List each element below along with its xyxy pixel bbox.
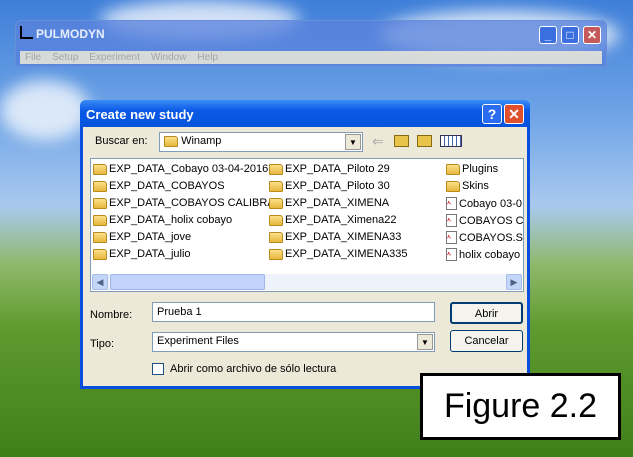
file-icon: ኣ [446, 214, 457, 227]
list-item[interactable]: EXP_DATA_Piloto 30 [269, 180, 390, 192]
look-in-value: Winamp [181, 135, 222, 147]
folder-icon [269, 231, 283, 243]
minimize-button[interactable]: _ [539, 26, 557, 44]
list-item[interactable]: Skins [446, 180, 523, 192]
up-folder-icon[interactable] [394, 135, 409, 147]
file-name: Skins [462, 180, 489, 192]
list-item[interactable]: EXP_DATA_COBAYOS CALIBRA [93, 197, 275, 209]
type-dropdown[interactable]: Experiment Files ▼ [152, 332, 435, 352]
list-item[interactable]: EXP_DATA_Ximena22 [269, 214, 396, 226]
list-item[interactable]: ኣ Cobayo 03-0 [446, 197, 523, 210]
folder-icon [93, 231, 107, 243]
list-item[interactable]: EXP_DATA_jove [93, 231, 191, 243]
list-item[interactable]: ኣ COBAYOS.ST [446, 231, 523, 244]
file-name: EXP_DATA_julio [109, 248, 191, 260]
help-button[interactable]: ? [482, 104, 502, 124]
list-item[interactable]: EXP_DATA_XIMENA [269, 197, 389, 209]
readonly-label: Abrir como archivo de sólo lectura [170, 363, 337, 375]
figure-label: Figure 2.2 [420, 373, 621, 440]
folder-icon [93, 214, 107, 226]
file-name: COBAYOS.ST [459, 231, 523, 244]
app-icon [20, 26, 33, 39]
file-name: EXP_DATA_Piloto 30 [285, 180, 390, 192]
file-name: Plugins [462, 163, 499, 175]
menu-file[interactable]: File [25, 51, 41, 64]
list-item[interactable]: ኣ holix cobayo [446, 248, 523, 261]
name-label: Nombre: [90, 309, 133, 321]
type-value: Experiment Files [157, 335, 239, 347]
folder-icon [446, 180, 460, 192]
menu-setup[interactable]: Setup [52, 51, 78, 64]
folder-icon [269, 180, 283, 192]
file-list[interactable]: ◀ ▶ EXP_DATA_Cobayo 03-04-2016 EXP_DATA_C… [90, 158, 524, 292]
folder-icon [269, 197, 283, 209]
file-name: holix cobayo [459, 248, 521, 261]
menu-window[interactable]: Window [151, 51, 187, 64]
file-icon: ኣ [446, 197, 457, 210]
file-name: EXP_DATA_Piloto 29 [285, 163, 390, 175]
readonly-checkbox[interactable] [152, 363, 164, 375]
file-icon: ኣ [446, 248, 457, 261]
open-button[interactable]: Abrir [450, 302, 523, 324]
scroll-thumb[interactable] [110, 274, 265, 290]
file-name: COBAYOS CA [459, 214, 523, 227]
file-name: EXP_DATA_jove [109, 231, 192, 243]
chevron-down-icon: ▼ [417, 334, 433, 350]
file-name: EXP_DATA_XIMENA33 [285, 231, 402, 243]
menu-experiment[interactable]: Experiment [89, 51, 140, 64]
list-item[interactable]: EXP_DATA_XIMENA33 [269, 231, 401, 243]
look-in-label: Buscar en: [95, 135, 148, 147]
main-window: PULMODYN _ □ ✕ File Setup Experiment Win… [15, 20, 607, 67]
folder-icon [93, 197, 107, 209]
list-item[interactable]: EXP_DATA_holix cobayo [93, 214, 232, 226]
chevron-down-icon: ▼ [345, 134, 361, 150]
menu-bar: File Setup Experiment Window Help [20, 51, 602, 64]
list-item[interactable]: EXP_DATA_Cobayo 03-04-2016 [93, 163, 268, 175]
file-name: EXP_DATA_holix cobayo [109, 214, 233, 226]
close-button[interactable]: ✕ [583, 26, 601, 44]
dialog-title-bar: Create new study ? ✕ [80, 100, 530, 127]
list-item[interactable]: EXP_DATA_julio [93, 248, 191, 260]
list-item[interactable]: ኣCOBAYOS CA [446, 214, 523, 227]
folder-icon [269, 163, 283, 175]
file-name: EXP_DATA_Cobayo 03-04-2016 [109, 163, 269, 175]
list-item[interactable]: EXP_DATA_COBAYOS [93, 180, 225, 192]
file-name: Cobayo 03-0 [459, 197, 522, 210]
folder-icon [93, 180, 107, 192]
folder-icon [269, 248, 283, 260]
list-item[interactable]: EXP_DATA_XIMENA335 [269, 248, 407, 260]
file-name: EXP_DATA_XIMENA335 [285, 248, 408, 260]
dialog-close-button[interactable]: ✕ [504, 104, 524, 124]
back-icon[interactable]: ⇐ [372, 133, 384, 150]
look-in-dropdown[interactable]: Winamp ▼ [159, 132, 363, 152]
type-label: Tipo: [90, 338, 115, 350]
folder-icon [269, 214, 283, 226]
list-item[interactable]: Plugins [446, 163, 523, 175]
list-item[interactable]: EXP_DATA_Piloto 29 [269, 163, 390, 175]
file-name: EXP_DATA_XIMENA [285, 197, 390, 209]
file-name: EXP_DATA_Ximena22 [285, 214, 397, 226]
main-window-title: PULMODYN [36, 27, 105, 41]
horizontal-scrollbar[interactable]: ◀ ▶ [92, 274, 522, 290]
menu-help[interactable]: Help [197, 51, 218, 64]
file-name: EXP_DATA_COBAYOS [109, 180, 225, 192]
folder-icon [93, 248, 107, 260]
folder-icon [446, 163, 460, 175]
file-name: EXP_DATA_COBAYOS CALIBRA [109, 197, 275, 209]
folder-icon [164, 135, 178, 147]
name-input[interactable] [152, 302, 435, 322]
file-icon: ኣ [446, 231, 457, 244]
folder-icon [93, 163, 107, 175]
maximize-button[interactable]: □ [561, 26, 579, 44]
new-folder-icon[interactable] [417, 135, 432, 147]
dialog-title: Create new study [86, 107, 194, 122]
scroll-left-icon[interactable]: ◀ [92, 274, 108, 290]
create-study-dialog: Create new study ? ✕ Buscar en: Winamp ▼… [80, 100, 530, 389]
scroll-right-icon[interactable]: ▶ [506, 274, 522, 290]
cancel-button[interactable]: Cancelar [450, 330, 523, 352]
view-menu-icon[interactable] [440, 135, 462, 147]
